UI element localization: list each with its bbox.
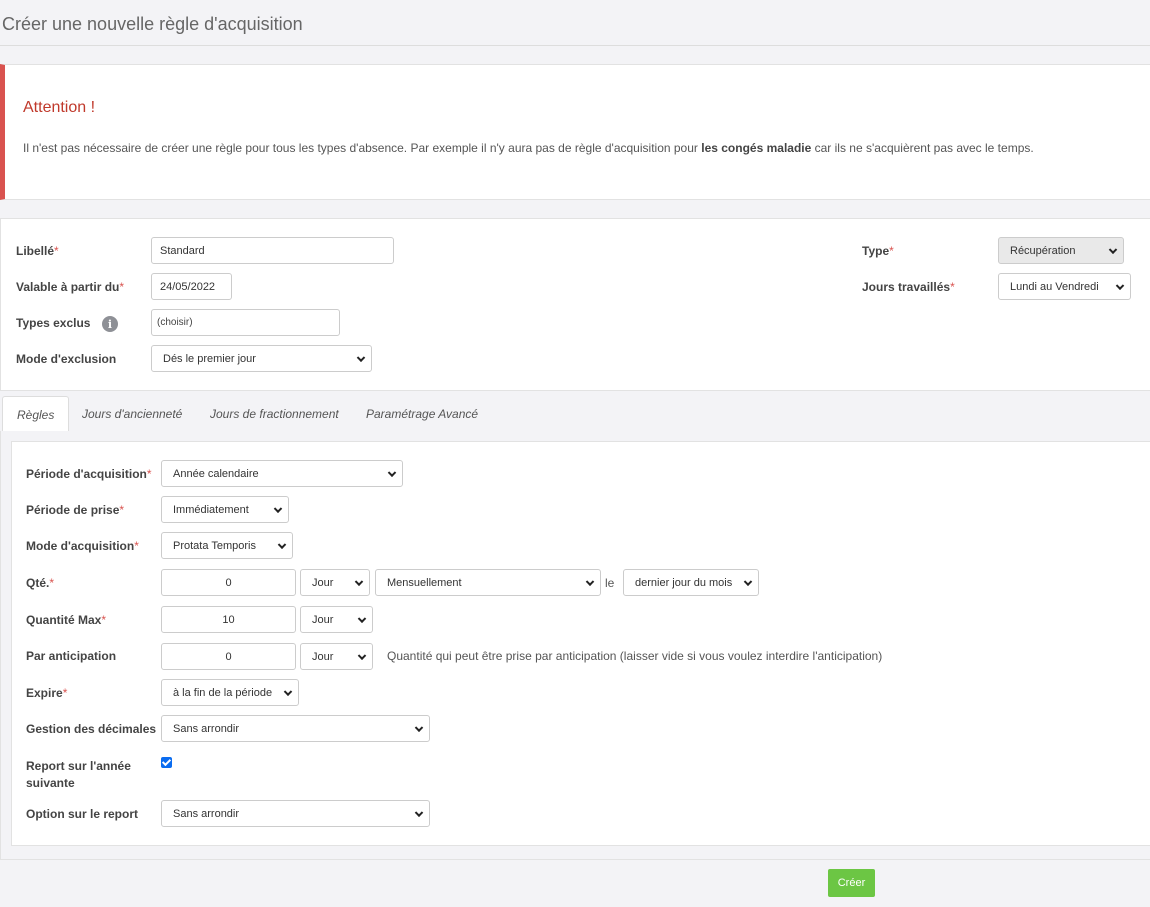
expire-label: Expire* [26,686,68,700]
report-label: Report sur l'année suivante [26,759,131,790]
qte-frequency-select[interactable]: Mensuellement [375,569,601,596]
par-anticipation-label: Par anticipation [26,649,117,663]
valable-date-input[interactable]: 24/05/2022 [151,273,232,300]
periode-acquisition-label: Période d'acquisition* [26,467,152,481]
info-icon[interactable]: i [102,316,118,332]
qte-unit-select[interactable]: Jour [300,569,370,596]
par-anticipation-hint: Quantité qui peut être prise par anticip… [387,649,883,663]
chevron-down-icon [277,540,287,549]
types-exclus-input[interactable]: (choisir) [151,309,340,336]
option-report-label: Option sur le report [26,807,139,821]
tab-regles[interactable]: Règles [2,396,70,433]
types-exclus-label: Types exclus [16,316,91,330]
periode-acquisition-select[interactable]: Année calendaire [161,460,403,487]
chevron-down-icon [273,504,283,513]
mode-exclusion-select[interactable]: Dés le premier jour [151,345,372,372]
tab-jours-fractionnement[interactable]: Jours de fractionnement [196,396,353,432]
chevron-down-icon [354,577,364,586]
quantite-max-unit-select[interactable]: Jour [300,606,373,633]
alert-text-end: car ils ne s'acquièrent pas avec le temp… [811,141,1034,155]
libelle-label: Libellé* [16,244,59,258]
chevron-down-icon [356,353,366,362]
periode-prise-select[interactable]: Immédiatement [161,496,289,523]
page-title: Créer une nouvelle règle d'acquisition [2,14,303,34]
chevron-down-icon [357,614,367,623]
create-button[interactable]: Créer [828,869,875,897]
chevron-down-icon [1115,281,1125,290]
warning-alert: Attention ! Il n'est pas nécessaire de c… [0,64,1150,200]
valable-label: Valable à partir du* [16,280,125,294]
chevron-down-icon [585,577,595,586]
tab-parametrage-avance[interactable]: Paramétrage Avancé [352,396,492,432]
tab-jours-anciennete[interactable]: Jours d'ancienneté [68,396,196,432]
quantite-max-input[interactable]: 10 [161,606,296,633]
mode-exclusion-label: Mode d'exclusion [16,352,117,366]
chevron-down-icon [357,651,367,660]
expire-select[interactable]: à la fin de la période [161,679,299,706]
tabs-bar: Règles Jours d'ancienneté Jours de fract… [0,396,1150,433]
chevron-down-icon [387,468,397,477]
alert-text-start: Il n'est pas nécessaire de créer une règ… [23,141,702,155]
gestion-decimales-select[interactable]: Sans arrondir [161,715,430,742]
type-label: Type* [862,244,894,258]
mode-acquisition-select[interactable]: Protata Temporis [161,532,293,559]
type-select[interactable]: Récupération [998,237,1124,264]
alert-text-bold: les congés maladie [701,141,812,155]
jours-travailles-select[interactable]: Lundi au Vendredi [998,273,1131,300]
libelle-input[interactable]: Standard [151,237,394,264]
periode-prise-label: Période de prise* [26,503,125,517]
alert-text: Il n'est pas nécessaire de créer une règ… [23,141,1034,155]
jours-travailles-label: Jours travaillés* [862,280,955,294]
chevron-down-icon [1108,245,1118,254]
chevron-down-icon [414,808,424,817]
qte-label: Qté.* [26,576,55,590]
report-checkbox[interactable] [161,757,172,768]
alert-title: Attention ! [23,99,96,116]
qte-input[interactable]: 0 [161,569,296,596]
option-report-select[interactable]: Sans arrondir [161,800,430,827]
title-divider [0,45,1150,46]
chevron-down-icon [414,723,424,732]
gestion-decimales-label: Gestion des décimales [26,722,157,736]
par-anticipation-input[interactable]: 0 [161,643,296,670]
qte-le-text: le [605,576,615,590]
chevron-down-icon [743,577,753,586]
mode-acquisition-label: Mode d'acquisition* [26,539,139,553]
qte-day-select[interactable]: dernier jour du mois [623,569,759,596]
chevron-down-icon [283,687,293,696]
quantite-max-label: Quantité Max* [26,613,107,627]
par-anticipation-unit-select[interactable]: Jour [300,643,373,670]
